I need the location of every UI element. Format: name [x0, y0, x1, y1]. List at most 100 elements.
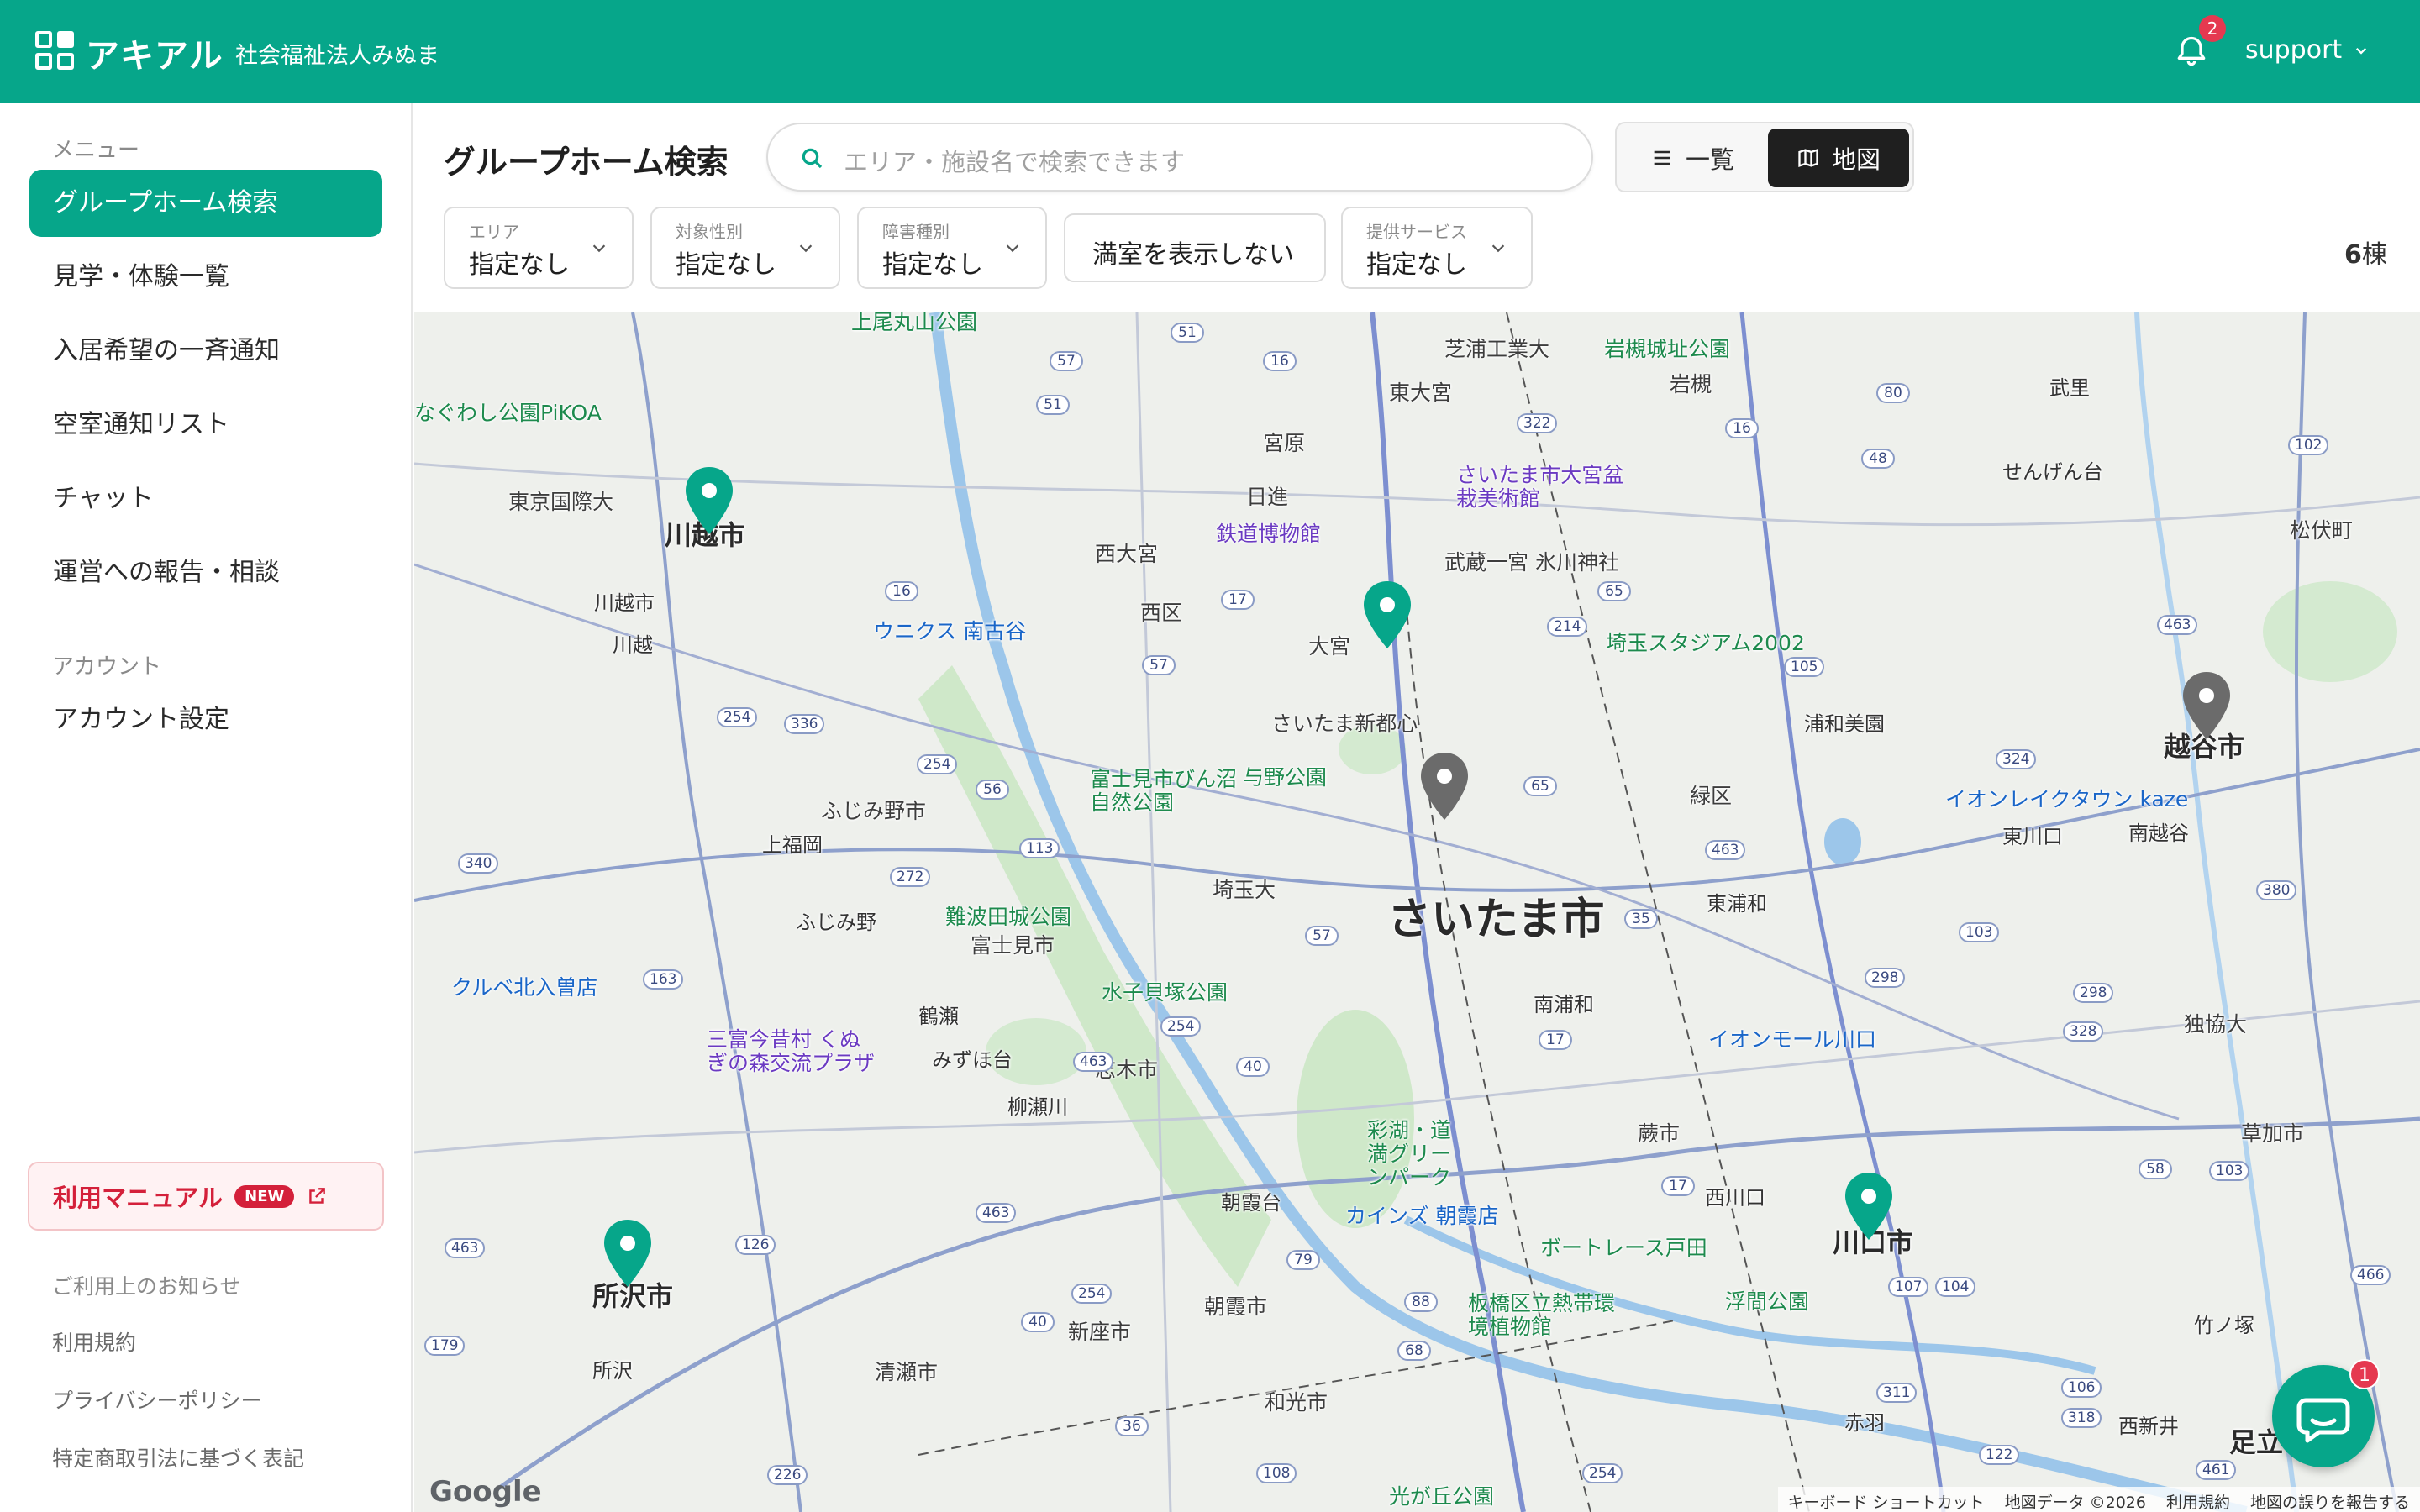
route-shield: 103 [2209, 1161, 2250, 1181]
filter-gender[interactable]: 対象性別 指定なし [650, 207, 840, 289]
map-view-button[interactable]: 地図 [1768, 129, 1909, 187]
commerce-law-link[interactable]: 特定商取引法に基づく表記 [52, 1442, 304, 1473]
map-data-attribution: 地図データ ©2026 [2004, 1494, 2146, 1512]
sidebar-item-report[interactable]: 運営への報告・相談 [29, 539, 382, 606]
new-badge: NEW [234, 1184, 295, 1208]
map-label-higashi-omiya: 東大宮 [1389, 381, 1453, 405]
user-name: support [2245, 35, 2343, 65]
map-label-itabashi-botanical: 板橋区立熱帯環境植物館 [1468, 1291, 1616, 1339]
pin-kawagoe[interactable] [683, 465, 735, 536]
route-shield: 298 [1865, 968, 1906, 988]
map-label-cainz-asaka: カインズ 朝霞店 [1345, 1204, 1499, 1228]
map-label-minamiurawa: 南浦和 [1534, 993, 1594, 1016]
map[interactable]: さいたま市 川越市 越谷市 所沢市 川口市 大宮 西区 宮原 日進 西大宮 東大… [414, 312, 2420, 1512]
map-label-matsubushi: 松伏町 [2290, 518, 2354, 543]
privacy-link[interactable]: プライバシーポリシー [52, 1384, 262, 1415]
filter-disability[interactable]: 障害種別 指定なし [857, 207, 1047, 289]
map-label-kamifukuoka: 上福岡 [762, 833, 823, 857]
hide-full-label: 満室を表示しない [1092, 240, 1294, 270]
map-label-nishikawaguchi: 西川口 [1705, 1186, 1765, 1210]
route-shield: 16 [1725, 418, 1759, 438]
map-label-asaka: 朝霞市 [1204, 1294, 1268, 1319]
pin-omiya[interactable] [1361, 580, 1413, 650]
map-label-warabi: 蕨市 [1638, 1121, 1681, 1146]
terms-link[interactable]: 利用規約 [52, 1326, 136, 1357]
map-label-midori-ku: 緑区 [1690, 784, 1733, 808]
notification-badge: 2 [2199, 15, 2226, 42]
map-label-nishi-omiya: 西大宮 [1095, 542, 1159, 566]
map-label-niiza: 新座市 [1068, 1320, 1132, 1344]
user-menu[interactable]: support [2245, 35, 2369, 65]
sidebar-item-chat[interactable]: チャット [29, 465, 382, 533]
map-label-minamikoshigaya: 南越谷 [2128, 822, 2189, 845]
route-shield: 107 [1888, 1277, 1929, 1297]
sidebar-item-vacancy-list[interactable]: 空室通知リスト [29, 391, 382, 459]
map-label-kawagoe-stn: 川越 [613, 633, 653, 657]
filter-area[interactable]: エリア 指定なし [444, 207, 634, 289]
page-title: グループホーム検索 [444, 144, 729, 181]
list-view-button[interactable]: 一覧 [1622, 129, 1765, 187]
map-terms-link[interactable]: 利用規約 [2166, 1490, 2230, 1512]
manual-link[interactable]: 利用マニュアル NEW [28, 1162, 384, 1231]
route-shield: 226 [767, 1465, 808, 1485]
route-shield: 65 [1523, 776, 1557, 796]
google-logo[interactable]: Google [429, 1475, 542, 1509]
route-shield: 108 [1256, 1463, 1297, 1483]
route-shield: 51 [1171, 323, 1204, 343]
filter-service[interactable]: 提供サービス 指定なし [1341, 207, 1533, 289]
map-label-fujimino: ふじみ野 [796, 911, 876, 934]
route-shield: 57 [1142, 655, 1176, 675]
map-report-link[interactable]: 地図の誤りを報告する [2250, 1490, 2410, 1512]
map-label-iwatsuki: 岩槻 [1670, 372, 1712, 396]
map-label-tokorozawa-stn: 所沢 [592, 1359, 633, 1383]
map-icon [1798, 149, 1818, 167]
map-label-yanasegawa: 柳瀬川 [1007, 1095, 1068, 1119]
logo-icon [35, 31, 76, 71]
pin-saitama-center[interactable] [1418, 751, 1470, 822]
route-shield: 254 [917, 754, 958, 774]
map-label-yono-park: 与野公園 [1243, 765, 1328, 790]
logo-text[interactable]: アキアル [86, 29, 224, 77]
route-shield: 463 [1705, 840, 1746, 860]
route-shield: 113 [1019, 838, 1060, 858]
map-label-kamio-park: 上尾丸山公園 [851, 312, 978, 334]
sidebar: メニュー グループホーム検索 見学・体験一覧 入居希望の一斉通知 空室通知リスト… [0, 103, 413, 1512]
filter-caption: エリア [469, 222, 519, 242]
filter-value: 指定なし [882, 250, 983, 280]
route-shield: 463 [1073, 1052, 1114, 1072]
route-shield: 311 [1876, 1383, 1918, 1403]
list-icon [1654, 150, 1670, 165]
route-shield: 79 [1286, 1250, 1320, 1270]
result-count-number: 6 [2344, 240, 2362, 270]
map-label-santome: 三富今昔村 くぬぎの森交流プラザ [707, 1027, 876, 1075]
pin-kawaguchi[interactable] [1843, 1171, 1895, 1242]
keyboard-shortcuts-link[interactable]: キーボード ショートカット [1788, 1490, 1985, 1512]
map-label-urawamisono: 浦和美園 [1804, 712, 1885, 736]
map-label-miyahara: 宮原 [1263, 431, 1306, 455]
sidebar-item-bulk-notify[interactable]: 入居希望の一斉通知 [29, 318, 382, 385]
chevron-down-icon [2356, 47, 2367, 55]
route-shield: 336 [784, 714, 825, 734]
filter-caption: 提供サービス [1366, 222, 1467, 242]
search-icon [802, 148, 823, 169]
map-label-shintoshin: さいたま新都心 [1271, 711, 1418, 736]
map-label-boatrace-toda: ボートレース戸田 [1540, 1236, 1707, 1260]
route-shield: 380 [2256, 880, 2297, 900]
chevron-down-icon [1491, 244, 1505, 253]
map-label-mizuko-park: 水子貝塚公園 [1102, 980, 1228, 1005]
map-label-nagowashi: なぐわし公園PiKOA [414, 401, 602, 425]
hide-full-toggle[interactable]: 満室を表示しない [1064, 213, 1326, 282]
sidebar-item-group-home-search[interactable]: グループホーム検索 [29, 170, 382, 237]
result-count-unit: 棟 [2361, 240, 2387, 270]
route-shield: 328 [2063, 1021, 2104, 1042]
search-input[interactable]: エリア・施設名で検索できます [766, 123, 1593, 192]
sidebar-item-account-settings[interactable]: アカウント設定 [29, 686, 382, 753]
route-shield: 463 [976, 1203, 1017, 1223]
pin-tokorozawa[interactable] [602, 1218, 654, 1289]
sidebar-item-visits[interactable]: 見学・体験一覧 [29, 244, 382, 311]
map-label-takenotsuka: 竹ノ塚 [2194, 1314, 2254, 1337]
pin-koshigaya[interactable] [2181, 670, 2233, 741]
top-bar: アキアル 社会福祉法人みぬま 2 support [0, 0, 2420, 103]
route-shield: 105 [1784, 657, 1825, 677]
route-shield: 272 [890, 867, 931, 887]
